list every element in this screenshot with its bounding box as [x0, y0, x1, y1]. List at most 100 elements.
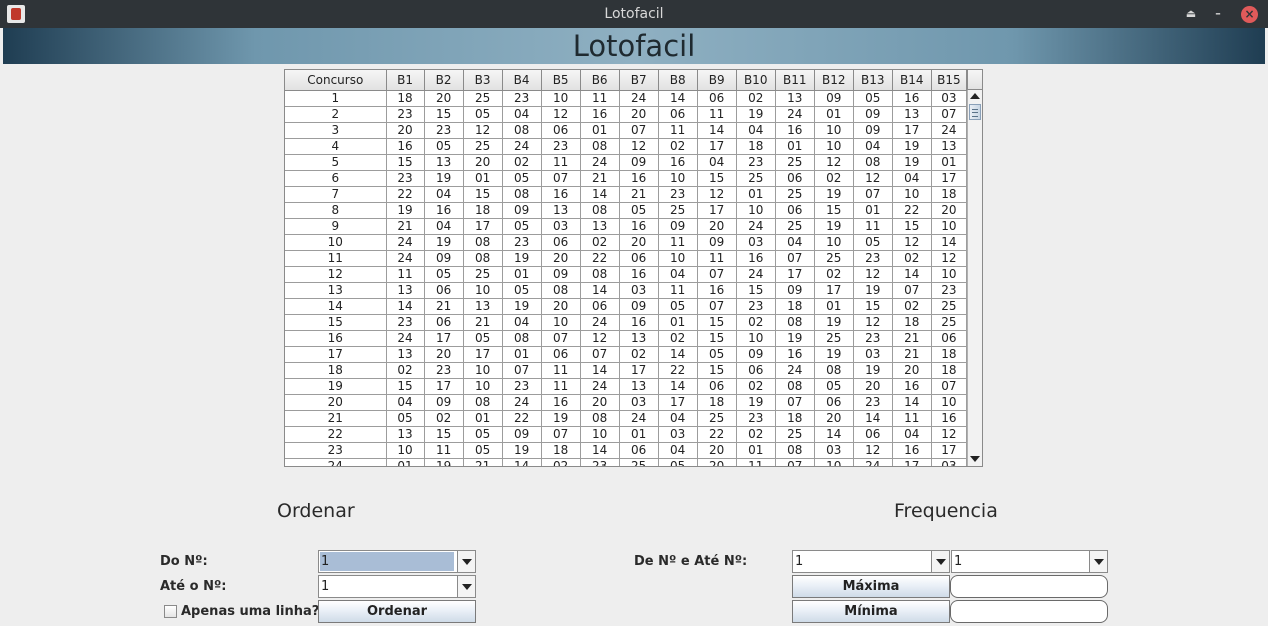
- table-cell[interactable]: 09: [774, 281, 815, 299]
- table-cell[interactable]: 16: [891, 441, 932, 459]
- table-cell[interactable]: 14: [657, 89, 698, 107]
- column-header[interactable]: B1: [385, 70, 425, 91]
- table-cell[interactable]: 11: [696, 105, 737, 123]
- table-cell[interactable]: 14: [657, 345, 698, 363]
- table-cell[interactable]: 20: [385, 121, 425, 139]
- table-cell[interactable]: 14: [813, 425, 854, 443]
- table-cell[interactable]: 09: [696, 233, 737, 251]
- table-cell[interactable]: 10: [735, 329, 776, 347]
- table-cell[interactable]: 06: [618, 441, 659, 459]
- table-cell[interactable]: 11: [285, 249, 387, 267]
- table-cell[interactable]: 13: [423, 153, 464, 171]
- column-header[interactable]: B8: [657, 70, 698, 91]
- table-cell[interactable]: 12: [813, 153, 854, 171]
- table-cell[interactable]: 10: [385, 441, 425, 459]
- table-cell[interactable]: 03: [735, 233, 776, 251]
- table-cell[interactable]: 1: [285, 89, 387, 107]
- table-cell[interactable]: 25: [930, 313, 968, 331]
- column-header[interactable]: B11: [774, 70, 815, 91]
- table-cell[interactable]: 02: [735, 425, 776, 443]
- table-cell[interactable]: 14: [285, 297, 387, 315]
- table-cell[interactable]: 02: [385, 361, 425, 379]
- table-cell[interactable]: 23: [501, 233, 542, 251]
- table-cell[interactable]: 24: [930, 121, 968, 139]
- table-cell[interactable]: 15: [696, 313, 737, 331]
- table-cell[interactable]: 08: [579, 265, 620, 283]
- table-cell[interactable]: 21: [423, 297, 464, 315]
- table-cell[interactable]: 12: [579, 329, 620, 347]
- table-cell[interactable]: 8: [285, 201, 387, 219]
- table-cell[interactable]: 14: [891, 265, 932, 283]
- table-cell[interactable]: 11: [423, 441, 464, 459]
- table-cell[interactable]: 23: [501, 377, 542, 395]
- table-cell[interactable]: 07: [540, 425, 581, 443]
- table-cell[interactable]: 09: [423, 393, 464, 411]
- table-cell[interactable]: 08: [852, 153, 893, 171]
- table-cell[interactable]: 10: [462, 281, 503, 299]
- table-cell[interactable]: 09: [657, 217, 698, 235]
- table-cell[interactable]: 20: [618, 233, 659, 251]
- table-cell[interactable]: 06: [735, 361, 776, 379]
- table-cell[interactable]: 07: [774, 393, 815, 411]
- table-row[interactable]: 4 16 05 25 24 23 08 12 02 17 18 01 10 04 19 13: [285, 137, 968, 155]
- table-cell[interactable]: 23: [852, 249, 893, 267]
- table-cell[interactable]: 07: [540, 329, 581, 347]
- table-cell[interactable]: 20: [540, 249, 581, 267]
- table-cell[interactable]: 16: [930, 409, 968, 427]
- table-cell[interactable]: 03: [930, 457, 968, 466]
- table-cell[interactable]: 01: [462, 409, 503, 427]
- table-cell[interactable]: 14: [579, 441, 620, 459]
- table-cell[interactable]: 16: [385, 137, 425, 155]
- table-cell[interactable]: 22: [385, 185, 425, 203]
- table-cell[interactable]: 25: [696, 409, 737, 427]
- table-cell[interactable]: 10: [930, 393, 968, 411]
- table-cell[interactable]: 24: [579, 313, 620, 331]
- table-cell[interactable]: 25: [657, 201, 698, 219]
- table-cell[interactable]: 19: [285, 377, 387, 395]
- table-cell[interactable]: 07: [930, 377, 968, 395]
- table-cell[interactable]: 07: [774, 249, 815, 267]
- table-cell[interactable]: 01: [813, 297, 854, 315]
- chevron-down-icon[interactable]: [1089, 551, 1107, 572]
- table-cell[interactable]: 23: [540, 137, 581, 155]
- table-cell[interactable]: 18: [774, 297, 815, 315]
- column-header[interactable]: Concurso: [285, 70, 387, 91]
- table-cell[interactable]: 11: [540, 153, 581, 171]
- table-cell[interactable]: 06: [540, 233, 581, 251]
- table-cell[interactable]: 16: [774, 121, 815, 139]
- table-cell[interactable]: 05: [501, 281, 542, 299]
- table-cell[interactable]: 17: [657, 393, 698, 411]
- table-cell[interactable]: 04: [891, 169, 932, 187]
- table-row[interactable]: 3 20 23 12 08 06 01 07 11 14 04 16 10 09 17 24: [285, 121, 968, 139]
- table-row[interactable]: 23 10 11 05 19 18 14 06 04 20 01 08 03 12 16 17: [285, 441, 968, 459]
- close-button[interactable]: ×: [1241, 6, 1258, 23]
- results-table-scrollpane[interactable]: Concurso B1 B2 B3 B4 B5 B6 B7 B8 B9 B10 B11 B12 B13 B1…: [284, 69, 983, 467]
- table-row[interactable]: 8 19 16 18 09 13 08 05 25 17 10 06 15 01 22 20: [285, 201, 968, 219]
- table-cell[interactable]: 01: [735, 441, 776, 459]
- table-cell[interactable]: 24: [774, 361, 815, 379]
- table-cell[interactable]: 21: [462, 313, 503, 331]
- table-cell[interactable]: 19: [501, 441, 542, 459]
- table-cell[interactable]: 14: [385, 297, 425, 315]
- table-cell[interactable]: 02: [891, 249, 932, 267]
- table-cell[interactable]: 07: [540, 169, 581, 187]
- scroll-up-arrow-icon[interactable]: [970, 93, 980, 99]
- table-cell[interactable]: 05: [852, 89, 893, 107]
- table-cell[interactable]: 02: [540, 457, 581, 466]
- table-cell[interactable]: 16: [423, 201, 464, 219]
- table-cell[interactable]: 12: [618, 137, 659, 155]
- table-cell[interactable]: 13: [579, 217, 620, 235]
- table-cell[interactable]: 12: [891, 233, 932, 251]
- table-cell[interactable]: 16: [618, 313, 659, 331]
- table-cell[interactable]: 11: [657, 281, 698, 299]
- table-cell[interactable]: 07: [891, 281, 932, 299]
- table-cell[interactable]: 20: [696, 217, 737, 235]
- table-cell[interactable]: 20: [891, 361, 932, 379]
- table-cell[interactable]: 07: [501, 361, 542, 379]
- table-cell[interactable]: 10: [579, 425, 620, 443]
- table-cell[interactable]: 08: [501, 185, 542, 203]
- table-cell[interactable]: 21: [618, 185, 659, 203]
- table-cell[interactable]: 14: [891, 393, 932, 411]
- table-cell[interactable]: 16: [618, 169, 659, 187]
- table-cell[interactable]: 13: [385, 281, 425, 299]
